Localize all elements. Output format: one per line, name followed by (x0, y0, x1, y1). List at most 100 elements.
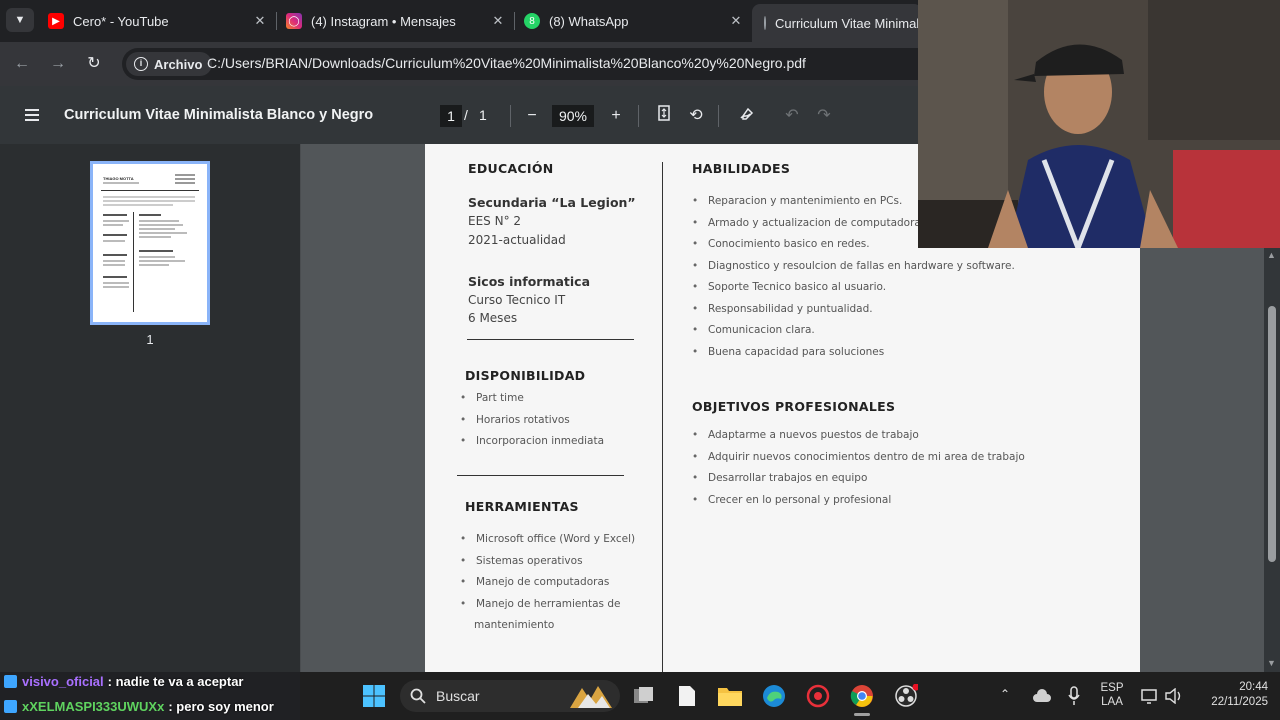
thumbnail-page-number: 1 (146, 332, 154, 347)
thumbnail-line (103, 282, 129, 284)
page-separator: / (464, 107, 468, 123)
thumbnail-line (139, 264, 169, 266)
thumbnail-line (103, 276, 127, 278)
pdf-thumbnail-sidebar: THIAGO MOTTA 1 (0, 144, 301, 672)
taskbar-search[interactable]: Buscar (400, 680, 620, 712)
tab-whatsapp[interactable]: 8 (8) WhatsApp ✕ (524, 6, 744, 36)
search-label: Buscar (436, 688, 480, 704)
info-icon: i (134, 57, 148, 71)
language-indicator[interactable]: ESP LAA (1098, 682, 1126, 708)
thumbnail-line (103, 214, 127, 216)
tab-divider (276, 12, 277, 30)
list-item: Microsoft office (Word y Excel) (460, 533, 635, 555)
clock-date: 22/11/2025 (1211, 696, 1268, 708)
onedrive-button[interactable] (1028, 682, 1056, 710)
thumbnail-line (103, 196, 195, 198)
tab-youtube[interactable]: ▶ Cero* - YouTube ✕ (48, 6, 268, 36)
zoom-in-button[interactable]: + (605, 105, 627, 127)
tab-curriculum[interactable]: Curriculum Vitae Minimalista Blanco y Ne… (752, 4, 922, 42)
whatsapp-icon: 8 (524, 13, 540, 29)
taskbar-app-explorer[interactable] (716, 682, 744, 710)
list-item: Desarrollar trabajos en equipo (692, 472, 1025, 494)
undo-button[interactable]: ↶ (781, 105, 803, 127)
edge-icon (763, 685, 785, 707)
goals-title: OBJETIVOS PROFESIONALES (692, 399, 896, 414)
chat-badge-icon (4, 675, 17, 688)
chat-message: xXELMASPI333UWUXx : pero soy menor (4, 699, 274, 714)
goals-list: Adaptarme a nuevos puestos de trabajo Ad… (692, 429, 1025, 515)
page-thumbnail[interactable]: THIAGO MOTTA (90, 161, 210, 325)
taskbar-app-chrome[interactable] (848, 682, 876, 716)
list-item: Buena capacidad para soluciones (692, 346, 1015, 368)
menu-button[interactable] (22, 105, 42, 125)
close-icon[interactable]: ✕ (490, 13, 506, 29)
chat-message: visivo_oficial : nadie te va a aceptar (4, 674, 244, 689)
zoom-out-button[interactable]: − (521, 105, 543, 127)
app-red-icon (806, 684, 830, 708)
redo-button[interactable]: ↷ (813, 105, 835, 127)
start-button[interactable] (360, 682, 388, 710)
close-icon[interactable]: ✕ (252, 13, 268, 29)
youtube-icon: ▶ (48, 13, 64, 29)
rotate-button[interactable]: ⟲ (685, 105, 707, 127)
annotate-button[interactable] (736, 105, 758, 127)
section-divider (457, 475, 624, 476)
list-item: Manejo de computadoras (460, 576, 635, 598)
tab-search-button[interactable]: ▼ (6, 8, 34, 32)
availability-list: Part time Horarios rotativos Incorporaci… (460, 392, 604, 457)
thumbnail-divider (101, 190, 199, 191)
thumbnail-line (139, 260, 185, 262)
clock[interactable]: 20:44 22/11/2025 (1194, 681, 1268, 708)
tools-title: HERRAMIENTAS (465, 499, 579, 514)
back-button[interactable]: ← (10, 52, 34, 76)
arrow-left-icon: ← (14, 55, 30, 72)
cloud-icon (1033, 689, 1051, 702)
availability-title: DISPONIBILIDAD (465, 368, 586, 383)
education-detail: EES N° 2 (468, 214, 522, 228)
taskbar-app-notepad[interactable] (673, 682, 701, 710)
thumbnail-line (139, 250, 173, 252)
active-app-indicator (854, 713, 870, 716)
url-text[interactable]: C:/Users/BRIAN/Downloads/Curriculum%20Vi… (207, 55, 806, 71)
scrollbar-thumb[interactable] (1268, 306, 1276, 562)
close-icon[interactable]: ✕ (728, 13, 744, 29)
skills-title: HABILIDADES (692, 161, 791, 176)
list-item: Diagnostico y resoulcion de fallas en ha… (692, 260, 1015, 282)
scroll-down-icon[interactable]: ▼ (1267, 658, 1276, 668)
thumbnail-line (139, 224, 183, 226)
microphone-button[interactable] (1060, 682, 1088, 710)
redo-icon: ↷ (817, 107, 831, 124)
fit-page-button[interactable] (653, 105, 675, 127)
pdf-title: Curriculum Vitae Minimalista Blanco y Ne… (64, 107, 374, 123)
tab-instagram[interactable]: ◯ (4) Instagram • Mensajes ✕ (286, 6, 506, 36)
webcam-overlay (918, 0, 1280, 248)
task-view-button[interactable] (630, 682, 658, 710)
instagram-icon: ◯ (286, 13, 302, 29)
fit-page-icon (658, 105, 670, 121)
reload-button[interactable]: ↻ (82, 52, 106, 76)
volume-button[interactable] (1160, 682, 1188, 710)
arrow-right-icon: → (50, 55, 66, 72)
site-info-label: Archivo (154, 56, 203, 72)
taskbar-app-obs[interactable] (804, 682, 832, 710)
list-item: Part time (460, 392, 604, 414)
education-school: Sicos informatica (468, 274, 591, 289)
tools-list: Microsoft office (Word y Excel) Sistemas… (460, 533, 635, 619)
toolbar-divider (638, 105, 639, 127)
taskbar-app-obs-studio[interactable] (892, 682, 920, 710)
taskbar-app-edge[interactable] (760, 682, 788, 710)
thumbnail-line (139, 256, 175, 258)
thumbnail-line (175, 178, 195, 180)
page-number-input[interactable]: 1 (440, 105, 462, 127)
scroll-up-icon[interactable]: ▲ (1267, 250, 1276, 260)
forward-button[interactable]: → (46, 52, 70, 76)
zoom-input[interactable]: 90% (552, 105, 594, 127)
thumbnail-line (175, 182, 195, 184)
thumbnail-line (103, 286, 129, 288)
tab-title: Cero* - YouTube (73, 13, 169, 29)
undo-icon: ↶ (785, 107, 799, 124)
globe-icon (764, 16, 766, 30)
viewer-scrollbar[interactable]: ▲ ▼ (1264, 248, 1280, 672)
show-hidden-icons-button[interactable]: ⌃ (1000, 687, 1010, 701)
site-info-chip[interactable]: i Archivo (126, 52, 213, 76)
